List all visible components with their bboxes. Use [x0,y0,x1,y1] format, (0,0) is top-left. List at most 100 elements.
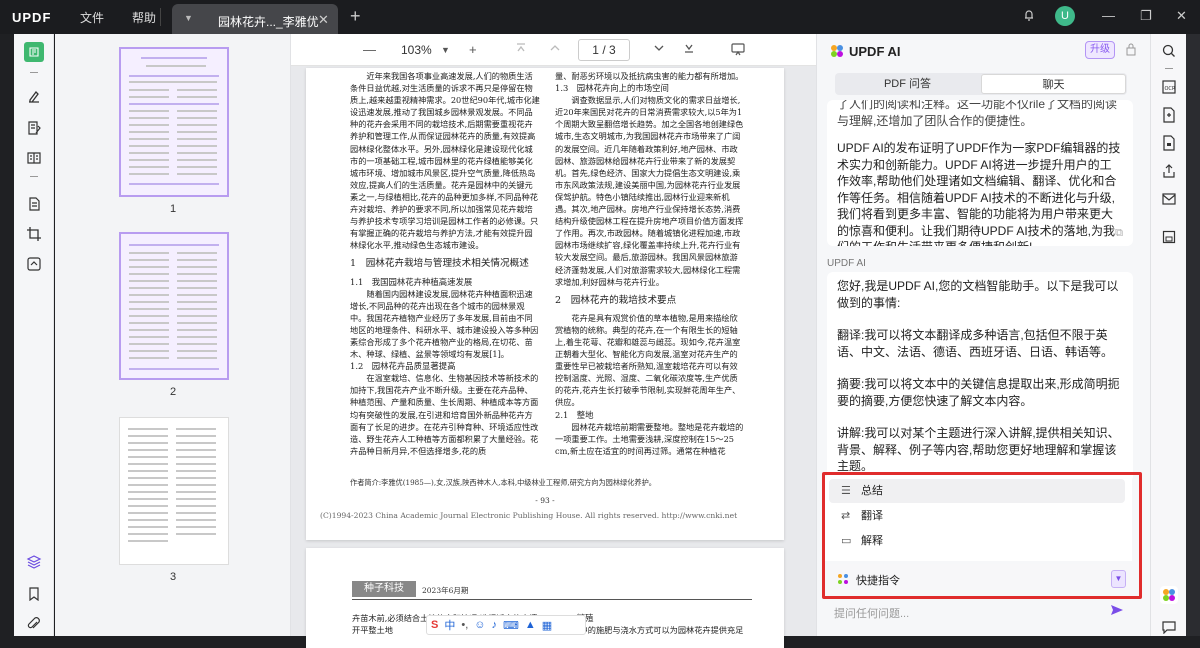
ai-assistant-icon[interactable] [1160,586,1178,604]
save-icon[interactable] [1160,228,1178,246]
page-thumbnail-3[interactable] [119,417,229,565]
input-method-toolbar[interactable]: S 中 •, ☺ ♪ ⌨ ▲ ▦ [426,615,586,635]
page-thumbnail-1[interactable] [119,47,229,197]
upgrade-button[interactable]: 升级 [1085,41,1115,59]
app-logo: UPDF [12,10,52,25]
search-icon[interactable] [1160,42,1178,60]
header-rule [352,599,752,600]
avatar[interactable]: U [1055,6,1075,26]
updf-ai-logo-icon [829,43,845,62]
ime-keyboard-icon[interactable]: ⌨ [503,619,519,632]
ai-message-text: UPDF AI的发布证明了UPDF作为一家PDF编辑器的技术实力和创新能力。UP… [837,141,1121,246]
author-note: 作者简介:李雅优(1985—),女,汉族,陕西神木人,本科,中级林业工程师,研究… [350,478,656,487]
section-heading: 1.3 园林花卉向上的市场空间 [555,83,669,94]
ime-punct-icon[interactable]: •, [461,619,468,631]
ai-message-paragraph: 翻译:我可以将文本翻译成多种语言,包括但不限于英语、中文、法语、德语、西班牙语、… [837,328,1114,359]
comment-icon[interactable] [24,86,44,106]
pdf-page-1: 近年来我国各项事业高速发展,人们的物质生活条件日益优越,对生活质量的诉求不再只是… [306,68,784,540]
ocr-icon[interactable]: OCR [1160,78,1178,96]
next-page-icon[interactable] [653,42,665,57]
page-thumbnail-label: 2 [169,386,177,398]
section-heading: 2.1 整地 [555,409,594,420]
edit-icon[interactable] [24,118,44,138]
comment-list-icon[interactable] [1160,618,1178,636]
bookmark-icon[interactable] [24,584,44,604]
page-thumbnail-label: 1 [169,203,177,215]
tab-close-icon[interactable]: ✕ [318,12,329,28]
bell-icon[interactable] [1022,8,1036,25]
ime-skin-icon[interactable]: ▲ [525,619,536,631]
title-bar: UPDF 文件 帮助 ▼ 园林花卉..._李雅优 ✕ + U — ❐ ✕ [0,0,1200,34]
send-icon[interactable] [1110,603,1124,620]
ai-message-text: 了人们的阅读和注释。这一功能不仅rile了文档的阅读与理解,还增加了团队合作的便… [837,100,1118,128]
message-sender: UPDF AI [827,258,866,269]
zoom-in-icon[interactable]: + [469,42,477,57]
ai-message-2: 您好,我是UPDF AI,您的文档智能助手。以下是我可以做到的事情: 翻译:我可以… [827,272,1133,482]
previous-page-icon[interactable] [549,42,561,57]
document-tab[interactable]: ▼ 园林花卉..._李雅优 ✕ [172,4,338,34]
close-window-icon[interactable]: ✕ [1176,8,1187,24]
page-thumbnail-label: 3 [169,571,177,583]
present-icon[interactable] [731,42,745,59]
zoom-level[interactable]: 103% [401,43,432,57]
ime-tools-icon[interactable]: ▦ [542,619,552,632]
maximize-icon[interactable]: ❐ [1140,8,1152,24]
page-thumbnail-2[interactable] [119,232,229,380]
paragraph: 园林花卉栽培前期需要整地。整地是花卉栽培的一项重要工作。土地需要浅耕,深度控制在… [555,421,744,456]
paragraph: 近年来我国各项事业高速发展,人们的物质生活条件日益优越,对生活质量的诉求不再只是… [350,71,540,251]
ask-input[interactable]: 提问任何问题... [834,605,909,621]
ime-emoji-icon[interactable]: ☺ [474,619,485,631]
toolbar-divider [30,72,38,73]
copy-icon[interactable]: ⧉ [1115,225,1123,242]
page-column-right: 量、耐恶劣环境以及抵抗病虫害的能力都有所增加。 1.3 园林花卉向上的市场空间 调查… [555,70,745,472]
ai-message-paragraph: 摘要:我可以将文本中的关键信息提取出来,形成简明扼要的摘要,方便您快速了解文本内… [837,377,1120,408]
ai-message-body: 您好,我是UPDF AI,您的文档智能助手。以下是我可以做到的事情: 翻译:我可以… [837,278,1123,482]
journal-date: 2023年6月期 [422,586,469,595]
ai-panel-title: UPDF AI [849,44,901,59]
ai-message-paragraph: 您好,我是UPDF AI,您的文档智能助手。以下是我可以做到的事情: [837,279,1119,310]
ime-logo-icon[interactable]: S [431,619,438,631]
share-icon[interactable] [1160,162,1178,180]
tab-chat[interactable]: 聊天 [981,74,1126,94]
svg-text:OCR: OCR [1165,86,1176,92]
protect-icon[interactable] [1160,134,1178,152]
journal-name: 种子科技 [352,581,416,597]
toolbar-divider [30,176,38,177]
first-page-icon[interactable] [515,42,527,57]
left-toolbar [14,34,54,636]
attachment-icon[interactable] [24,614,44,634]
tab-title: 园林花卉..._李雅优 [218,15,319,29]
minimize-icon[interactable]: — [1102,8,1115,23]
layers-icon[interactable] [24,552,44,572]
new-tab-icon[interactable]: + [350,6,361,27]
ime-voice-icon[interactable]: ♪ [492,619,498,631]
document-viewer: — 103% ▼ + 1 / 3 近年来我国各项事业高速发展,人们的物质生活条件… [291,34,816,648]
menu-help[interactable]: 帮助 [132,9,156,26]
right-toolbar: OCR [1150,34,1186,636]
view-toolbar: — 103% ▼ + 1 / 3 [291,34,816,66]
copyright-line: (C)1994-2023 China Academic Journal Elec… [320,511,738,520]
tab-pdf-qa[interactable]: PDF 问答 [835,74,980,94]
page-number-input[interactable]: 1 / 3 [578,39,630,61]
reader-icon[interactable] [24,42,44,62]
section-heading: 2 园林花卉的栽培技术要点 [555,294,677,306]
last-page-icon[interactable] [683,42,695,57]
paragraph: 量、耐恶劣环境以及抵抗病虫害的能力都有所增加。 [555,71,744,81]
ai-message-paragraph: 讲解:我可以对某个主题进行深入讲解,提供相关知识、背景、解释、例子等内容,帮助您… [837,426,1120,473]
zoom-out-icon[interactable]: — [363,42,376,57]
zoom-dropdown-icon[interactable]: ▼ [441,45,450,55]
ime-lang-icon[interactable]: 中 [444,617,455,633]
menu-file[interactable]: 文件 [80,9,104,26]
page-separator: / [602,43,606,57]
email-icon[interactable] [1160,190,1178,208]
tab-dropdown-icon[interactable]: ▼ [184,13,193,23]
title-separator [160,8,161,26]
organize-pages-icon[interactable] [24,194,44,214]
lock-icon[interactable] [1125,42,1137,59]
crop-icon[interactable] [24,224,44,244]
convert-file-icon[interactable] [1160,106,1178,124]
form-icon[interactable] [24,148,44,168]
section-heading: 1.2 园林花卉品质显著提高 [350,361,456,372]
ai-message-1: 了人们的阅读和注释。这一功能不仅rile了文档的阅读与理解,还增加了团队合作的便… [827,100,1133,246]
convert-icon[interactable] [24,254,44,274]
